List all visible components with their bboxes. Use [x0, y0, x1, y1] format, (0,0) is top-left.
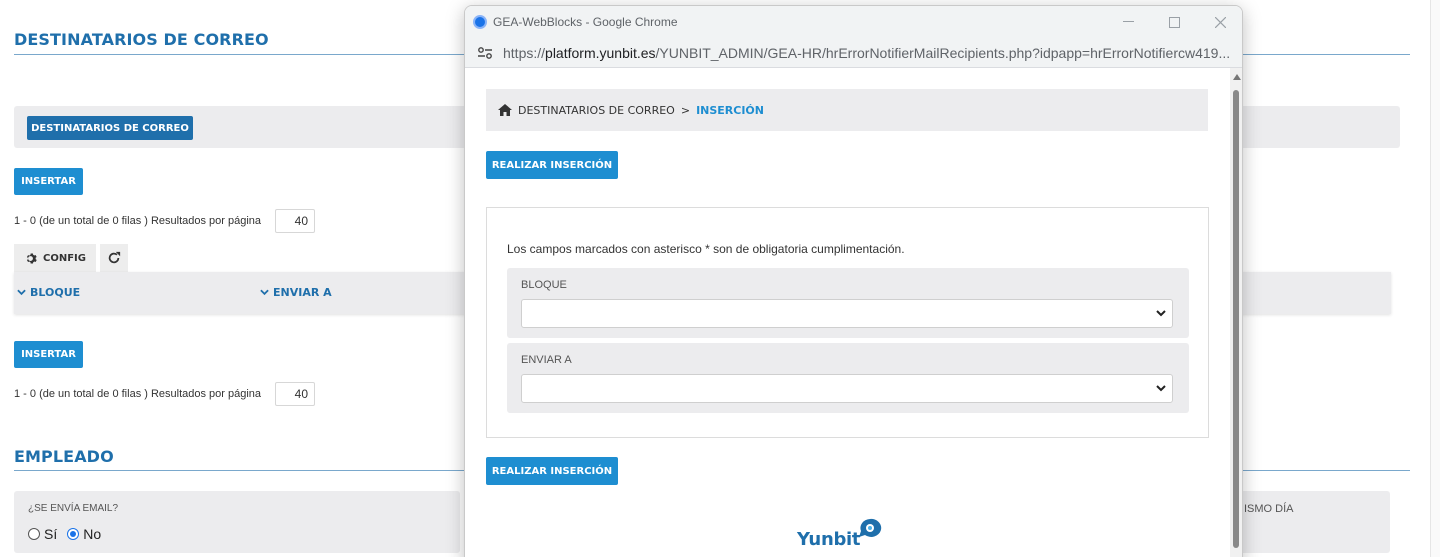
radio-no[interactable] — [67, 528, 80, 540]
right-field-label: ISMO DÍA — [1244, 503, 1294, 515]
form-field-bloque: BLOQUE — [507, 268, 1189, 338]
enviar-a-select[interactable] — [521, 374, 1173, 403]
form-field-enviar-a: ENVIAR A — [507, 343, 1189, 413]
chrome-icon — [473, 15, 487, 29]
site-settings-icon[interactable] — [477, 46, 493, 60]
close-icon — [1214, 16, 1226, 28]
chevron-down-icon — [1156, 385, 1166, 392]
column-header-enviar-a[interactable]: ENVIAR A — [260, 286, 332, 299]
config-label: CONFIG — [43, 252, 86, 264]
page-size-input-top[interactable]: 40 — [275, 209, 315, 233]
pager-info-top: 1 - 0 (de un total de 0 filas ) Resultad… — [14, 215, 262, 227]
bloque-select[interactable] — [521, 299, 1173, 328]
chevron-down-icon — [260, 289, 269, 296]
address-bar[interactable]: https://platform.yunbit.es/YUNBIT_ADMIN/… — [465, 38, 1242, 68]
popup-content: DESTINATARIOS DE CORREO > INSERCIÓN REAL… — [465, 68, 1231, 557]
url-host: platform.yunbit.es — [545, 45, 656, 61]
insert-button-top[interactable]: INSERTAR — [14, 168, 83, 195]
radio-no-label: No — [83, 526, 102, 542]
email-radio-group: Sí No — [28, 526, 101, 542]
scroll-up-icon[interactable] — [1233, 74, 1241, 80]
column-label: BLOQUE — [30, 286, 81, 299]
home-icon[interactable] — [498, 104, 512, 116]
breadcrumb-separator: > — [680, 103, 691, 117]
window-title: GEA-WebBlocks - Google Chrome — [493, 15, 678, 29]
submit-insert-button-top[interactable]: REALIZAR INSERCIÓN — [486, 151, 618, 179]
page-scrollbar[interactable] — [1430, 0, 1440, 557]
config-button[interactable]: CONFIG — [14, 244, 96, 272]
email-question-field — [14, 491, 460, 553]
url-text[interactable]: https://platform.yunbit.es/YUNBIT_ADMIN/… — [503, 45, 1230, 61]
pager-info-bottom: 1 - 0 (de un total de 0 filas ) Resultad… — [14, 388, 262, 400]
form-label-bloque: BLOQUE — [521, 279, 567, 291]
insert-form: Los campos marcados con asterisco * son … — [486, 207, 1209, 438]
maximize-icon — [1168, 16, 1180, 28]
insert-button-bottom[interactable]: INSERTAR — [14, 341, 83, 368]
form-label-enviar-a: ENVIAR A — [521, 354, 572, 366]
refresh-icon — [108, 251, 121, 264]
scroll-thumb[interactable] — [1233, 90, 1239, 548]
minimize-button[interactable] — [1116, 12, 1140, 32]
section-title-empleado: EMPLEADO — [14, 447, 114, 466]
logo-text: Yunbit — [797, 529, 861, 550]
radio-yes-label: Sí — [44, 526, 58, 542]
maximize-button[interactable] — [1162, 12, 1186, 32]
minimize-icon — [1122, 21, 1134, 22]
url-prefix: https:// — [503, 45, 546, 61]
refresh-button[interactable] — [100, 244, 128, 272]
close-button[interactable] — [1208, 12, 1232, 32]
chat-bubble-icon — [859, 518, 882, 537]
radio-yes[interactable] — [28, 528, 40, 540]
url-path: /YUNBIT_ADMIN/GEA-HR/hrErrorNotifierMail… — [655, 45, 1231, 61]
column-label: ENVIAR A — [273, 286, 332, 299]
right-field — [1220, 491, 1390, 553]
breadcrumb-home[interactable]: DESTINATARIOS DE CORREO — [518, 104, 675, 117]
chevron-down-icon — [17, 289, 26, 296]
popup-scrollbar[interactable] — [1230, 68, 1242, 557]
yunbit-logo: Yunbit — [797, 518, 882, 550]
breadcrumb-current: INSERCIÓN — [696, 103, 764, 117]
page-size-input-bottom[interactable]: 40 — [275, 382, 315, 406]
tab-destinatarios-button[interactable]: DESTINATARIOS DE CORREO — [27, 116, 193, 140]
section-title-destinatarios: DESTINATARIOS DE CORREO — [14, 30, 269, 49]
gear-icon — [26, 252, 37, 264]
chevron-down-icon — [1156, 310, 1166, 317]
required-fields-note: Los campos marcados con asterisco * son … — [507, 242, 905, 256]
email-question-label: ¿SE ENVÍA EMAIL? — [28, 503, 119, 514]
submit-insert-button-bottom[interactable]: REALIZAR INSERCIÓN — [486, 457, 618, 485]
chrome-popup-window: GEA-WebBlocks - Google Chrome https://pl… — [464, 5, 1243, 557]
column-header-bloque[interactable]: BLOQUE — [17, 286, 80, 299]
breadcrumb: DESTINATARIOS DE CORREO > INSERCIÓN — [486, 89, 1208, 131]
window-titlebar[interactable]: GEA-WebBlocks - Google Chrome — [465, 6, 1242, 38]
